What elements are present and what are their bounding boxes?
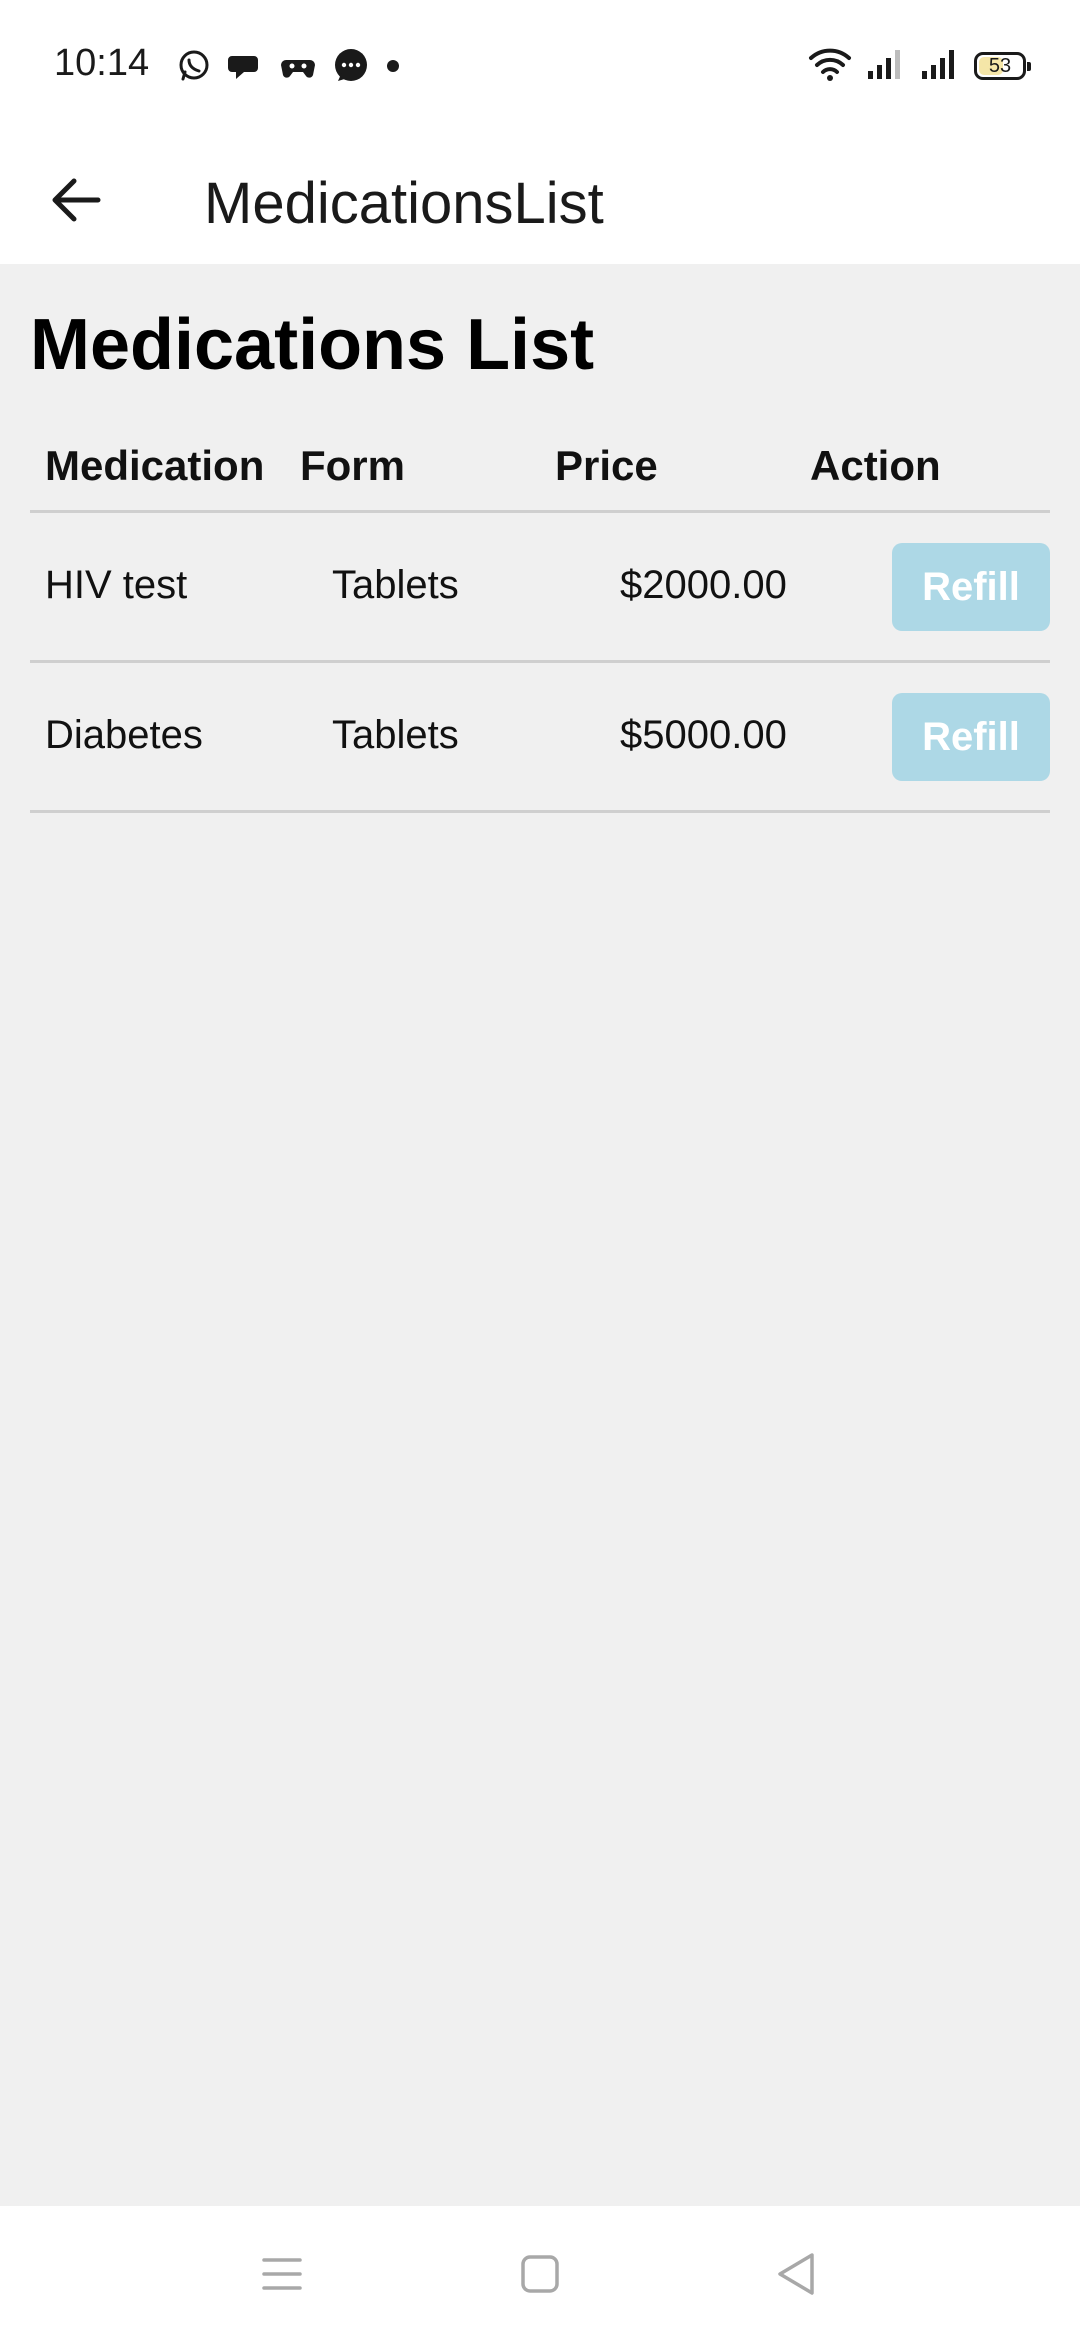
home-square-icon	[521, 2255, 559, 2293]
notification-icons	[176, 46, 400, 86]
medication-price: $5000.00	[620, 713, 787, 757]
table-header-row: Medication Form Price Action	[30, 424, 1050, 513]
signal-icon	[866, 47, 906, 86]
back-triangle-icon	[778, 2253, 814, 2295]
medication-name: Diabetes	[45, 713, 203, 757]
back-button[interactable]	[36, 160, 116, 240]
refill-button[interactable]: Refill	[892, 543, 1050, 631]
status-bar: 10:14 53	[0, 0, 1080, 132]
medication-price: $2000.00	[620, 563, 787, 607]
game-controller-icon	[280, 48, 316, 84]
medications-table: Medication Form Price Action HIV test Ta…	[30, 424, 1050, 813]
main-content: Medications List Medication Form Price A…	[0, 264, 1080, 2206]
menu-icon	[262, 2258, 302, 2290]
table-row: Diabetes Tablets $5000.00 Refill	[30, 663, 1050, 813]
medication-form: Tablets	[332, 713, 459, 757]
chat-bubble-icon	[228, 48, 264, 84]
column-header-form: Form	[300, 442, 405, 489]
battery-level: 53	[988, 55, 1012, 77]
refill-button[interactable]: Refill	[892, 693, 1050, 781]
signal-icon	[920, 47, 960, 86]
whatsapp-icon	[176, 48, 212, 84]
app-bar-title: MedicationsList	[204, 171, 604, 236]
wifi-icon	[808, 46, 852, 87]
arrow-left-icon	[52, 178, 101, 222]
status-right-icons: 53	[808, 44, 1031, 88]
nav-home-button[interactable]	[510, 2244, 570, 2304]
table-row: HIV test Tablets $2000.00 Refill	[30, 513, 1050, 663]
medication-name: HIV test	[45, 563, 188, 607]
battery-icon: 53	[974, 52, 1031, 80]
app-bar: MedicationsList	[0, 132, 1080, 264]
medication-form: Tablets	[332, 563, 459, 607]
column-header-medication: Medication	[45, 442, 265, 489]
page-title: Medications List	[30, 305, 595, 385]
messenger-icon	[332, 47, 370, 85]
column-header-action: Action	[810, 442, 941, 489]
nav-back-button[interactable]	[766, 2244, 826, 2304]
nav-menu-button[interactable]	[252, 2244, 312, 2304]
system-nav-bar	[0, 2206, 1080, 2340]
status-time: 10:14	[54, 42, 150, 84]
column-header-price: Price	[555, 442, 658, 489]
dot-icon	[386, 59, 400, 73]
